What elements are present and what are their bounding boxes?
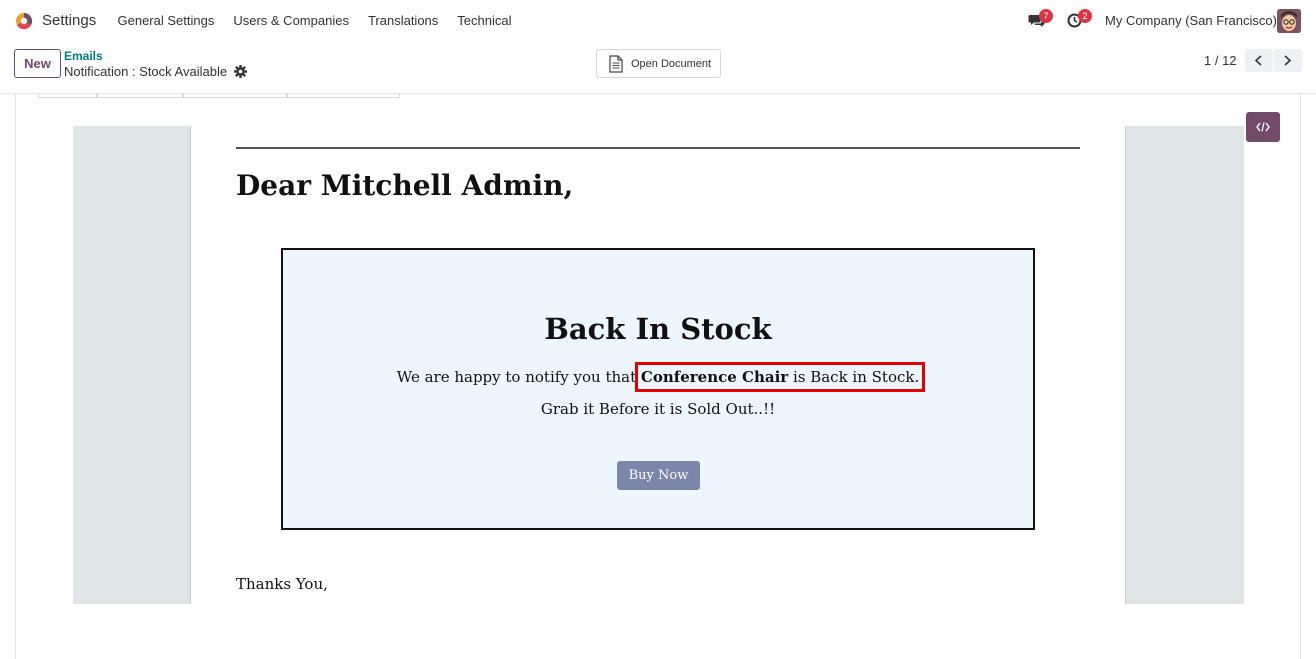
email-closing: Thanks You, <box>236 575 328 593</box>
menu-users-companies[interactable]: Users & Companies <box>224 13 359 28</box>
divider <box>236 147 1080 149</box>
pager-previous-button[interactable] <box>1245 49 1273 72</box>
code-view-button[interactable] <box>1246 112 1280 142</box>
notebook-tab[interactable] <box>97 94 183 98</box>
pager-next-button[interactable] <box>1274 49 1302 72</box>
highlighted-product-text: Conference Chair is Back in Stock. <box>634 362 926 392</box>
chevron-left-icon <box>1254 55 1262 66</box>
breadcrumb-current-record: Notification : Stock Available <box>64 64 228 79</box>
code-icon <box>1256 122 1270 132</box>
back-in-stock-box: Back In Stock We are happy to notify you… <box>281 248 1035 530</box>
new-button[interactable]: New <box>14 49 61 78</box>
main-menu: General Settings Users & Companies Trans… <box>108 13 521 28</box>
open-document-label: Open Document <box>631 58 712 70</box>
avatar-face-icon <box>1277 9 1301 33</box>
gear-icon[interactable] <box>234 65 247 78</box>
grab-it-line: Grab it Before it is Sold Out..!! <box>540 400 776 418</box>
top-navbar: Settings General Settings Users & Compan… <box>0 0 1316 42</box>
notify-prefix: We are happy to notify you that <box>396 368 641 386</box>
notify-suffix: is Back in Stock. <box>788 368 920 386</box>
open-document-button[interactable]: Open Document <box>596 49 721 78</box>
user-avatar[interactable] <box>1277 9 1301 33</box>
messages-count-badge: 7 <box>1039 9 1053 23</box>
product-name: Conference Chair <box>640 368 789 386</box>
menu-translations[interactable]: Translations <box>358 13 447 28</box>
activities-button[interactable]: 2 <box>1067 9 1092 29</box>
messages-button[interactable]: 7 <box>1028 9 1053 29</box>
buy-now-button[interactable]: Buy Now <box>617 461 700 490</box>
app-logo-icon[interactable] <box>14 11 34 31</box>
preview-margin-left <box>73 126 191 604</box>
notebook-tab[interactable] <box>38 94 97 98</box>
company-switcher[interactable]: My Company (San Francisco) <box>1105 13 1277 28</box>
email-preview: Dear Mitchell Admin, Back In Stock We ar… <box>191 126 1125 604</box>
notify-line: We are happy to notify you that Conferen… <box>283 362 1033 392</box>
document-icon <box>609 55 623 73</box>
control-panel: New Emails Notification : Stock Availabl… <box>0 42 1316 94</box>
menu-technical[interactable]: Technical <box>448 13 521 28</box>
menu-general-settings[interactable]: General Settings <box>108 13 224 28</box>
preview-margin-right <box>1125 126 1244 604</box>
notebook-tab[interactable] <box>183 94 287 98</box>
notebook-tab[interactable] <box>287 94 400 98</box>
back-in-stock-title: Back In Stock <box>544 312 772 346</box>
breadcrumb-emails[interactable]: Emails <box>64 49 103 63</box>
divider <box>1125 126 1126 604</box>
activities-count-badge: 2 <box>1078 9 1092 23</box>
pager-value[interactable]: 1 / 12 <box>1204 53 1237 68</box>
chevron-right-icon <box>1284 55 1292 66</box>
app-name[interactable]: Settings <box>42 12 96 29</box>
email-greeting: Dear Mitchell Admin, <box>236 169 574 202</box>
